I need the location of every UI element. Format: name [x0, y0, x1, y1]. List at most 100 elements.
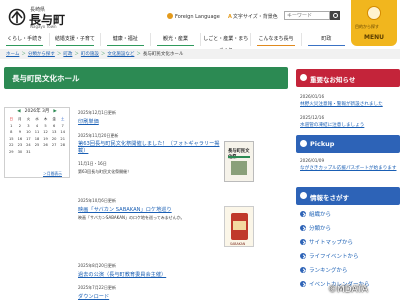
news-title-link[interactable]: 印刷単価 [78, 118, 99, 125]
info-item-label: ライフイベントから [309, 254, 359, 260]
calendar-day [41, 149, 50, 156]
notice-link[interactable]: 林野火災注意報・警報が新設されました [300, 101, 383, 107]
breadcrumb-home[interactable]: ホーム [6, 52, 19, 57]
breadcrumb-bunrui[interactable]: 分類から探す [28, 52, 55, 57]
news-text: 映画「サバカンSABAKAN」のロケ地を巡ってみませんか。 [78, 215, 185, 220]
thumbnail-bar [228, 156, 250, 158]
calendar-day[interactable]: 30 [16, 149, 25, 156]
foreign-language-label: Foreign Language [175, 14, 220, 20]
calendar-day[interactable]: 29 [7, 149, 16, 156]
chevron-right-icon [300, 211, 306, 217]
gnav-label: くらし・手続き [7, 36, 43, 42]
site-header: 長崎県 長与町 Nagayo Town Foreign Language A文字… [0, 0, 400, 46]
font-size-label: 文字サイズ・背景色 [232, 14, 278, 20]
news-text: 11月1日・16日 [78, 161, 107, 166]
news-title-link[interactable]: 映画「サバカン SABAKAN」ロケ地巡り [78, 206, 172, 213]
calendar-month: 2026年 3月 [24, 109, 50, 114]
info-item-label: 組織から [309, 212, 332, 218]
news-thumbnail[interactable]: SABAKAN [224, 206, 254, 247]
gnav-label: 結婚支援・子育て [54, 36, 95, 42]
news-title-link[interactable]: 過去の公演（長与町教育委員会主催） [78, 271, 166, 278]
notice-title: 重要なお知らせ [310, 76, 356, 84]
breadcrumb-separator: ＞ [136, 52, 141, 57]
news-date: 2025年7月22日更新 [78, 285, 116, 290]
news-thumbnail[interactable]: 長与町民文化祭 [224, 141, 254, 182]
event-calendar: ◀ 2026年 3月 ▶ 日月火水木金土 1 2 3 4 5 6 7 8 9 10 11 12 13 14 15 1… [4, 107, 70, 178]
site-logo[interactable]: 長崎県 長与町 Nagayo Town [8, 3, 78, 31]
info-item-lifeevent[interactable]: ライフイベントから [300, 252, 359, 260]
foreign-language-link[interactable]: Foreign Language [167, 13, 220, 20]
gnav-label: こんなまち長与 [258, 36, 294, 42]
search-button[interactable] [330, 11, 340, 20]
thumbnail-label: SABAKAN [230, 242, 246, 246]
chevron-right-icon [300, 239, 306, 245]
news-title-link[interactable]: ダウンロード [78, 293, 109, 300]
gnav-item-shigoto[interactable]: しごと・産業・まちづくり [201, 33, 252, 58]
calendar-day [50, 149, 59, 156]
breadcrumb-chosei[interactable]: 町政 [63, 52, 72, 57]
breadcrumb-separator: ＞ [21, 52, 26, 57]
gnav-underline [6, 45, 44, 46]
gnav-label: 町政 [321, 36, 332, 42]
info-item-label: 分類から [309, 226, 332, 232]
menu-button[interactable]: 目的から探す MENU [351, 0, 397, 46]
info-item-label: ランキングから [309, 268, 348, 274]
calendar-grid: 日月火水木金土 1 2 3 4 5 6 7 8 9 10 11 12 13 14 15 16 17 18 19 20 21… [5, 116, 69, 155]
menu-caption: 目的から探す [355, 24, 379, 29]
page-title-text: 長与町民文化ホール [12, 74, 80, 83]
notice-date: 2026/01/16 [300, 94, 325, 99]
info-item-soshiki[interactable]: 組織から [300, 210, 331, 218]
chevron-right-icon [300, 225, 306, 231]
font-size-link[interactable]: A文字サイズ・背景色 [228, 13, 278, 20]
chevron-right-icon [300, 267, 306, 273]
calendar-month-view-link[interactable]: ＞月間表示 [43, 171, 62, 177]
notice-link[interactable]: 水道管の凍結に注意しましょう [300, 122, 364, 128]
info-item-label: サイトマップから [309, 240, 354, 246]
gnav-label: 健康・福祉 [112, 36, 138, 42]
search-input[interactable] [284, 11, 330, 20]
pickup-header: Pickup [296, 135, 400, 153]
gnav-underline [307, 45, 345, 46]
breadcrumb-separator: ＞ [56, 52, 62, 57]
pickup-link[interactable]: ながさきカップル応援パスポートが始まります [300, 165, 396, 171]
gnav-item-kanko[interactable]: 観光・産業 [151, 33, 202, 46]
text-size-icon: A [228, 14, 232, 20]
news-title-link[interactable]: 第63回長与町民文化祭開催しました！（フォトギャラリー掲載） [78, 141, 220, 155]
gnav-item-kenko[interactable]: 健康・福祉 [101, 33, 151, 46]
sabakan-can-image [231, 213, 248, 240]
globe-icon [167, 13, 173, 19]
pickup-icon [300, 140, 307, 147]
breadcrumb-bunka[interactable]: 文化施設など [107, 52, 134, 57]
pickup-title: Pickup [310, 140, 335, 148]
gnav-underline [257, 45, 295, 46]
thumbnail-photo [231, 161, 247, 175]
global-nav: くらし・手続き 結婚支援・子育て 健康・福祉 観光・産業 しごと・産業・まちづく… [0, 33, 351, 58]
news-text: 第63回長与町民文化祭開催！ [78, 169, 132, 174]
calendar-day[interactable]: 31 [24, 149, 33, 156]
chevron-right-icon [300, 281, 306, 287]
gnav-item-chosei[interactable]: 町政 [302, 33, 351, 46]
info-title: 情報をさがす [310, 194, 349, 202]
menu-label: MENU [364, 34, 384, 41]
search-icon [300, 192, 307, 199]
logo-roman: Nagayo Town [30, 24, 57, 29]
breadcrumb-separator: ＞ [74, 52, 79, 57]
prev-month-icon[interactable]: ◀ [17, 109, 20, 114]
gnav-underline [106, 45, 144, 46]
notice-date: 2025/12/16 [300, 115, 325, 120]
info-item-sitemap[interactable]: サイトマップから [300, 238, 353, 246]
calendar-day [33, 149, 42, 156]
info-item-ranking[interactable]: ランキングから [300, 266, 347, 274]
pickup-date: 2026/01/09 [300, 158, 325, 163]
news-date: 2025年11月20日更新 [78, 133, 119, 138]
gnav-item-kosodate[interactable]: 結婚支援・子育て [50, 33, 101, 46]
gnav-item-kurashi[interactable]: くらし・手続き [0, 33, 51, 46]
next-month-icon[interactable]: ▶ [53, 109, 56, 114]
info-item-bunrui[interactable]: 分類から [300, 224, 331, 232]
gnav-item-machi[interactable]: こんなまち長与 [251, 33, 302, 46]
copyright-watermark: ©MDATA [328, 285, 368, 295]
gnav-underline [156, 45, 195, 46]
calendar-day [58, 149, 67, 156]
breadcrumb-shisetsu[interactable]: 町の施設 [81, 52, 99, 57]
page-title: 長与町民文化ホール [4, 67, 288, 89]
